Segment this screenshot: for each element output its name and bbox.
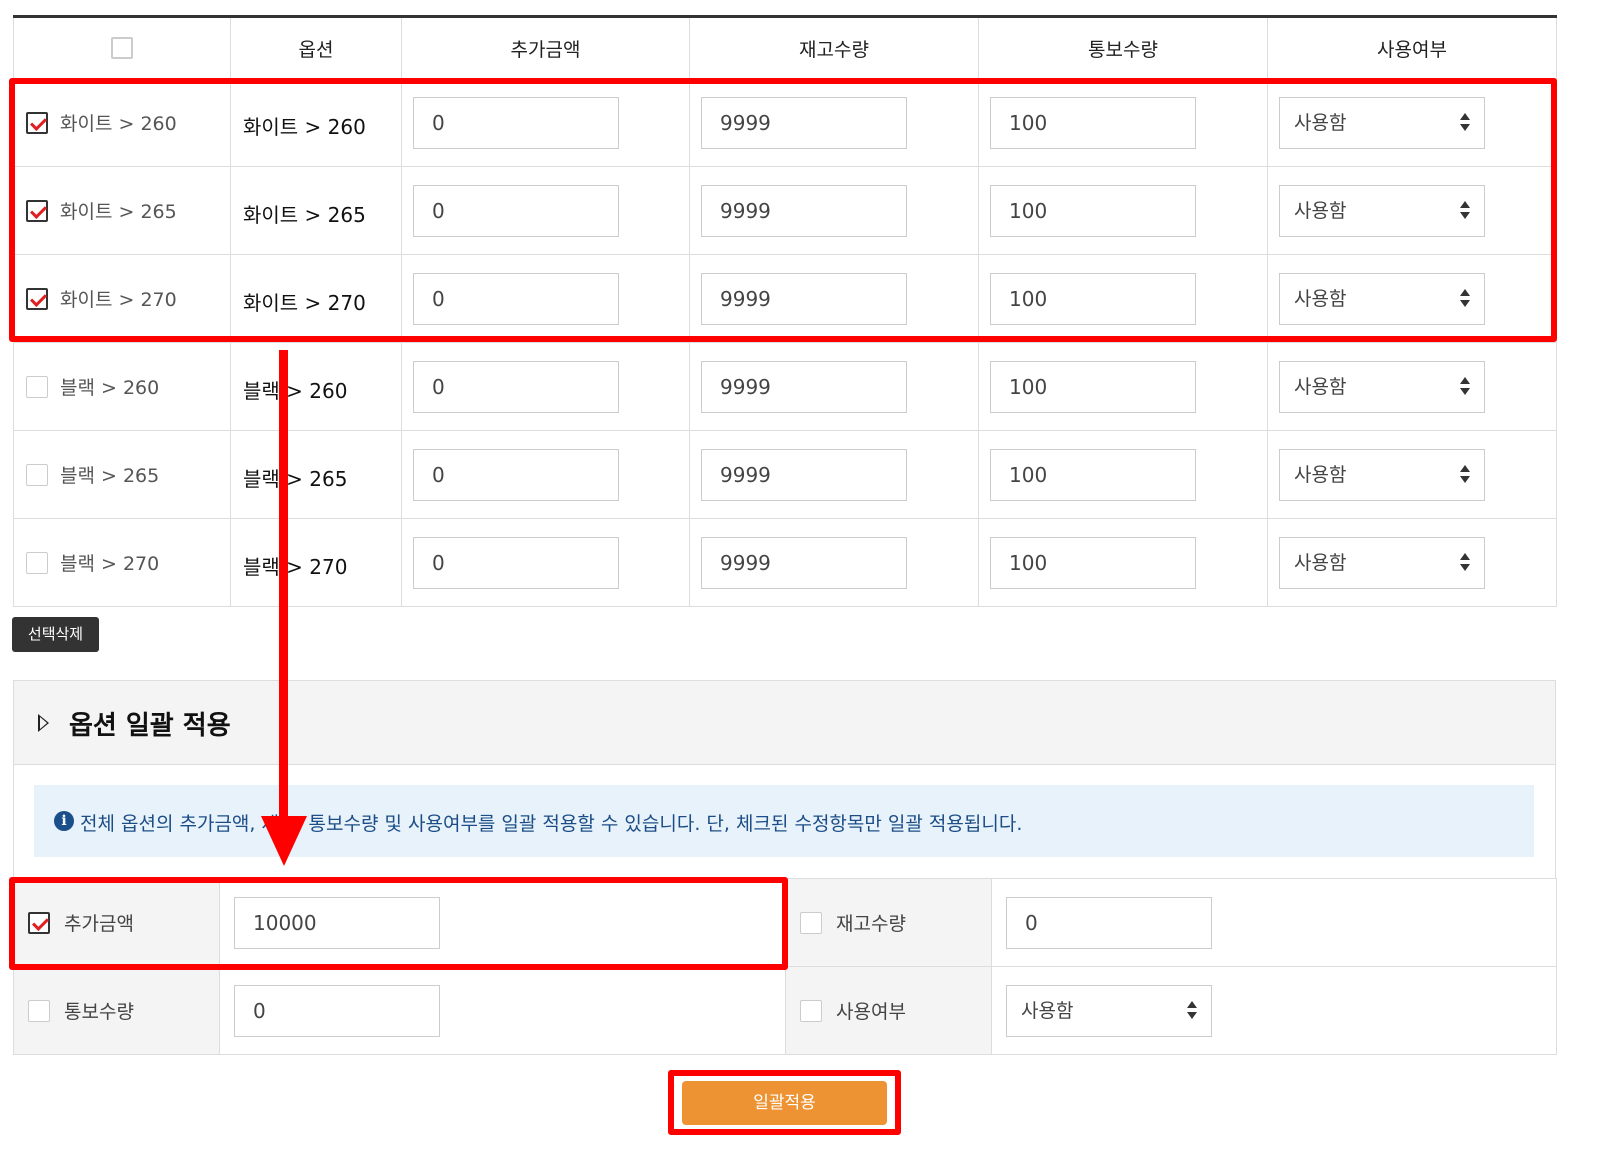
row-notify-cell: 100 xyxy=(978,518,1268,607)
bulk-notice-text: 전체 옵션의 추가금액, 재고, 통보수량 및 사용여부를 일괄 적용할 수 있… xyxy=(80,813,1023,835)
row-notify-input[interactable]: 100 xyxy=(990,360,1196,413)
annotation-box-selected-rows xyxy=(9,78,1557,342)
triangle-right-icon xyxy=(38,714,49,732)
annotation-arrow-head xyxy=(261,816,307,866)
row-notify-cell: 100 xyxy=(978,342,1268,431)
row-usage-value: 사용함 xyxy=(1294,375,1347,398)
bulk-notify-checkbox[interactable] xyxy=(28,999,50,1022)
header-select-all[interactable] xyxy=(13,16,231,79)
row-checkbox[interactable] xyxy=(26,463,48,486)
bulk-stock-label: 재고수량 xyxy=(836,913,906,935)
row-usage-select[interactable]: 사용함 xyxy=(1279,536,1485,589)
header-option: 옵션 xyxy=(230,16,402,79)
row-stock-input[interactable]: 9999 xyxy=(701,536,907,589)
row-extra-price-cell: 0 xyxy=(401,342,690,431)
delete-selected-button[interactable]: 선택삭제 xyxy=(12,617,99,652)
table-header-row: 옵션 추가금액 재고수량 통보수량 사용여부 xyxy=(13,16,1557,79)
row-stock-cell: 9999 xyxy=(689,342,979,431)
select-arrows-icon xyxy=(1460,464,1470,485)
table-row: 블랙 > 270 블랙 > 270 0 9999 100 사용함 xyxy=(13,518,1557,607)
row-name: 블랙 > 260 xyxy=(60,377,160,399)
bulk-usage-label-cell: 사용여부 xyxy=(785,966,992,1055)
info-icon: i xyxy=(54,811,74,831)
bulk-usage-checkbox[interactable] xyxy=(800,999,822,1022)
table-row: 블랙 > 260 블랙 > 260 0 9999 100 사용함 xyxy=(13,342,1557,431)
bulk-stock-cell: 0 xyxy=(991,878,1557,967)
row-usage-value: 사용함 xyxy=(1294,463,1347,486)
row-select-cell: 블랙 > 270 xyxy=(13,518,231,607)
row-stock-cell: 9999 xyxy=(689,430,979,519)
row-name: 블랙 > 265 xyxy=(60,465,160,487)
row-usage-select[interactable]: 사용함 xyxy=(1279,360,1485,413)
row-option: 블랙 > 265 xyxy=(230,430,402,519)
row-extra-price-input[interactable]: 0 xyxy=(413,536,619,589)
bulk-usage-cell: 사용함 xyxy=(991,966,1557,1055)
bulk-apply-header: 옵션 일괄 적용 xyxy=(13,680,1556,765)
row-extra-price-input[interactable]: 0 xyxy=(413,360,619,413)
header-notify: 통보수량 xyxy=(978,16,1268,79)
bulk-notify-input[interactable]: 0 xyxy=(234,984,440,1037)
row-usage-cell: 사용함 xyxy=(1267,518,1557,607)
annotation-box-apply-button xyxy=(668,1070,901,1135)
header-stock: 재고수량 xyxy=(689,16,979,79)
bulk-stock-input[interactable]: 0 xyxy=(1006,896,1212,949)
bulk-notify-label-cell: 통보수량 xyxy=(13,966,220,1055)
bulk-apply-title: 옵션 일괄 적용 xyxy=(69,711,231,741)
select-all-checkbox[interactable] xyxy=(111,37,133,60)
bulk-stock-checkbox[interactable] xyxy=(800,911,822,934)
row-checkbox[interactable] xyxy=(26,375,48,398)
select-arrows-icon xyxy=(1460,552,1470,573)
row-checkbox[interactable] xyxy=(26,551,48,574)
row-notify-cell: 100 xyxy=(978,430,1268,519)
select-arrows-icon xyxy=(1187,1000,1197,1021)
bulk-usage-value: 사용함 xyxy=(1021,999,1074,1022)
annotation-arrow-line xyxy=(279,350,288,820)
row-select-cell: 블랙 > 265 xyxy=(13,430,231,519)
annotation-box-extra-price xyxy=(9,877,788,970)
row-notify-input[interactable]: 100 xyxy=(990,536,1196,589)
bulk-notice: i 전체 옵션의 추가금액, 재고, 통보수량 및 사용여부를 일괄 적용할 수… xyxy=(34,785,1534,857)
row-extra-price-input[interactable]: 0 xyxy=(413,448,619,501)
row-usage-cell: 사용함 xyxy=(1267,342,1557,431)
row-usage-cell: 사용함 xyxy=(1267,430,1557,519)
row-usage-value: 사용함 xyxy=(1294,551,1347,574)
row-extra-price-cell: 0 xyxy=(401,430,690,519)
row-name: 블랙 > 270 xyxy=(60,553,160,575)
table-row: 블랙 > 265 블랙 > 265 0 9999 100 사용함 xyxy=(13,430,1557,519)
row-notify-input[interactable]: 100 xyxy=(990,448,1196,501)
row-select-cell: 블랙 > 260 xyxy=(13,342,231,431)
bulk-usage-select[interactable]: 사용함 xyxy=(1006,984,1212,1037)
bulk-stock-label-cell: 재고수량 xyxy=(785,878,992,967)
row-stock-input[interactable]: 9999 xyxy=(701,448,907,501)
row-stock-input[interactable]: 9999 xyxy=(701,360,907,413)
select-arrows-icon xyxy=(1460,376,1470,397)
bulk-notify-label: 통보수량 xyxy=(64,1001,134,1023)
header-extra-price: 추가금액 xyxy=(401,16,690,79)
row-extra-price-cell: 0 xyxy=(401,518,690,607)
bulk-row-2: 통보수량 0 사용여부 사용함 xyxy=(13,966,1557,1055)
row-usage-select[interactable]: 사용함 xyxy=(1279,448,1485,501)
row-stock-cell: 9999 xyxy=(689,518,979,607)
bulk-usage-label: 사용여부 xyxy=(836,1001,906,1023)
bulk-notify-cell: 0 xyxy=(219,966,786,1055)
row-option: 블랙 > 270 xyxy=(230,518,402,607)
row-option: 블랙 > 260 xyxy=(230,342,402,431)
header-usage: 사용여부 xyxy=(1267,16,1557,79)
